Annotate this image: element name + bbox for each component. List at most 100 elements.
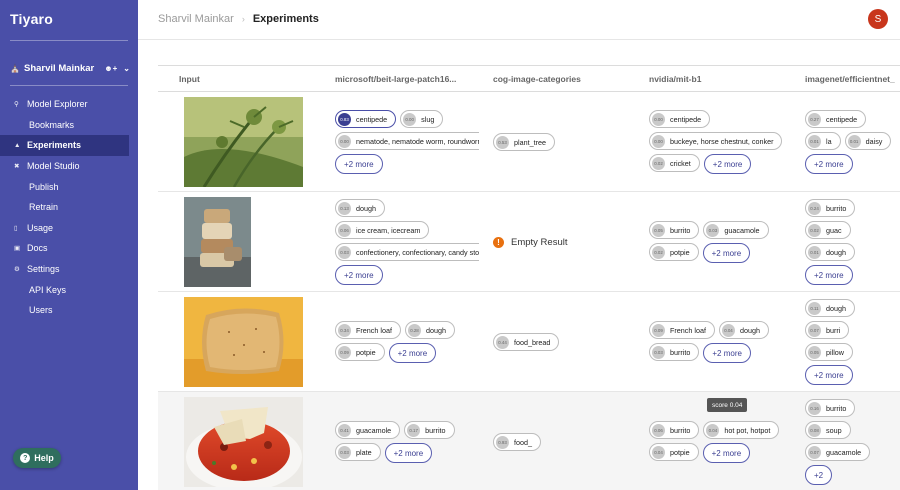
column-header[interactable]: imagenet/efficientnet_ [805,74,900,84]
input-image[interactable] [184,397,303,487]
sidebar-item-experiments[interactable]: ▲ Experiments [0,135,129,156]
sidebar-item-bookmarks[interactable]: Bookmarks [0,115,138,136]
sidebar-item-retrain[interactable]: Retrain [0,197,138,218]
avatar[interactable]: S [868,9,888,29]
prediction-chip[interactable]: 0.13 dough [335,199,385,217]
prediction-label: food_ [514,437,532,447]
account-switcher[interactable]: ⛪ Sharvil Mainkar ☻+ ⌄ [10,61,130,75]
prediction-chip[interactable]: 0.00 centipede [649,110,711,128]
prediction-chip[interactable]: 0.27 centipede [805,110,867,128]
prediction-chip[interactable]: 0.02 potpie [649,243,699,261]
input-image[interactable] [184,297,303,387]
prediction-chip[interactable]: 0.17 burrito [404,421,455,439]
column-header[interactable]: cog-image-categories [493,74,643,84]
score-badge: 0.11 [808,301,821,315]
input-image[interactable] [184,197,251,287]
score-badge: 0.16 [808,401,821,415]
sidebar-item-usage[interactable]: ▯ Usage [0,218,138,239]
prediction-chip[interactable]: 0.04 dough [718,321,769,339]
score-badge: 0.93 [496,435,509,449]
prediction-chip[interactable]: 0.01 daisy [844,132,892,150]
show-more-button[interactable]: +2 more [335,154,383,174]
show-more-button[interactable]: +2 more [388,343,437,363]
show-more-button[interactable]: +2 more [335,265,383,285]
input-image[interactable] [184,97,303,187]
prediction-chip[interactable]: 0.16 burrito [805,399,856,417]
prediction-chip[interactable]: 0.34 French loaf [335,321,401,339]
score-badge: 0.06 [652,423,665,437]
prediction-chip[interactable]: 0.06 burrito [649,421,700,439]
score-badge: 0.03 [338,245,351,259]
prediction-chip[interactable]: 0.41 guacamole [335,421,401,439]
prediction-chip[interactable]: 0.00 nematode, nematode worm, roundworm [335,132,479,150]
prediction-label: French loaf [670,325,706,335]
score-badge: 0.06 [338,223,351,237]
prediction-chip[interactable]: 0.11 dough [805,299,855,317]
prediction-label: ice cream, icecream [356,225,421,235]
prediction-chip[interactable]: 0.02 guac [805,221,851,239]
prediction-chip[interactable]: 0.07 burri [805,321,850,339]
prediction-chip[interactable]: 0.93 food_ [493,433,541,451]
score-badge: 0.09 [338,345,351,359]
column-header[interactable]: microsoft/beit-large-patch16... [335,74,485,84]
prediction-chip[interactable]: 0.83 centipede [335,110,397,128]
prediction-chip[interactable]: 0.28 dough [404,321,455,339]
show-more-button[interactable]: +2 more [805,365,853,385]
sidebar-item-model-studio[interactable]: ✖ Model Studio [0,156,138,177]
show-more-button[interactable]: +2 [805,465,833,485]
chart-icon: ▯ [14,224,18,232]
sidebar-item-docs[interactable]: ▣ Docs [0,238,138,259]
sidebar-item-users[interactable]: Users [0,300,138,321]
prediction-chip[interactable]: 0.03 confectionery, confectionary, candy … [335,243,479,261]
column-header[interactable]: nvidia/mit-b1 [649,74,799,84]
show-more-button[interactable]: +2 more [703,154,752,174]
prediction-chip[interactable]: 0.09 French loaf [649,321,715,339]
sidebar-item-publish[interactable]: Publish [0,176,138,197]
show-more-button[interactable]: +2 more [702,443,751,463]
prediction-chip[interactable]: 0.05 pillow [805,343,853,361]
sidebar-item-settings[interactable]: ⚙ Settings [0,259,138,280]
score-badge: 0.08 [808,423,821,437]
prediction-chip[interactable]: 0.09 potpie [335,343,385,361]
prediction-chip[interactable]: 0.05 burrito [649,221,700,239]
column-header[interactable]: Input [179,74,319,84]
prediction-label: potpie [670,247,690,257]
show-more-button[interactable]: +2 more [702,243,751,263]
score-badge: 0.03 [706,223,720,237]
prediction-label: centipede [826,114,858,124]
show-more-button[interactable]: +2 more [805,265,853,285]
prediction-chip[interactable]: 0.24 burrito [805,199,856,217]
prediction-chip[interactable]: 0.04 hot pot, hotpot [703,421,780,439]
show-more-button[interactable]: +2 more [703,343,751,363]
score-badge: 0.02 [652,245,665,259]
prediction-chip[interactable]: 0.08 soup [805,421,851,439]
prediction-chip[interactable]: 0.00 slug [400,110,444,128]
chevron-right-icon: › [241,14,245,24]
top-bar: Sharvil Mainkar › Experiments S [138,0,900,40]
search-icon: ⚲ [14,101,19,109]
prediction-chip[interactable]: 0.01 la [805,132,841,150]
prediction-chip[interactable]: 0.53 plant_tree [493,133,555,151]
prediction-label: cricket [670,158,691,168]
sidebar-item-api-keys[interactable]: API Keys [0,279,138,300]
prediction-chip[interactable]: 0.01 dough [805,243,855,261]
add-user-icon[interactable]: ☻+ [104,64,117,73]
sidebar-item-model-explorer[interactable]: ⚲ Model Explorer [0,94,138,115]
prediction-chip[interactable]: 0.44 food_bread [493,333,560,351]
help-button[interactable]: ? Help [13,448,61,468]
chevron-down-icon[interactable]: ⌄ [123,64,130,73]
prediction-chip[interactable]: 0.02 cricket [649,154,700,172]
breadcrumb-parent[interactable]: Sharvil Mainkar [158,13,234,25]
prediction-chip[interactable]: 0.00 buckeye, horse chestnut, conker [649,132,783,150]
prediction-chip[interactable]: 0.03 plate [335,443,381,461]
app-logo[interactable]: Tiyaro [10,11,53,27]
show-more-button[interactable]: +2 more [384,443,433,463]
prediction-chip[interactable]: 0.03 burrito [649,343,700,361]
score-badge: 0.03 [652,345,665,359]
prediction-label: French loaf [356,325,392,335]
prediction-chip[interactable]: 0.04 potpie [649,443,699,461]
prediction-chip[interactable]: 0.03 guacamole [703,221,769,239]
prediction-chip[interactable]: 0.07 guacamole [805,443,871,461]
show-more-button[interactable]: +2 more [805,154,853,174]
prediction-chip[interactable]: 0.06 ice cream, icecream [335,221,430,239]
